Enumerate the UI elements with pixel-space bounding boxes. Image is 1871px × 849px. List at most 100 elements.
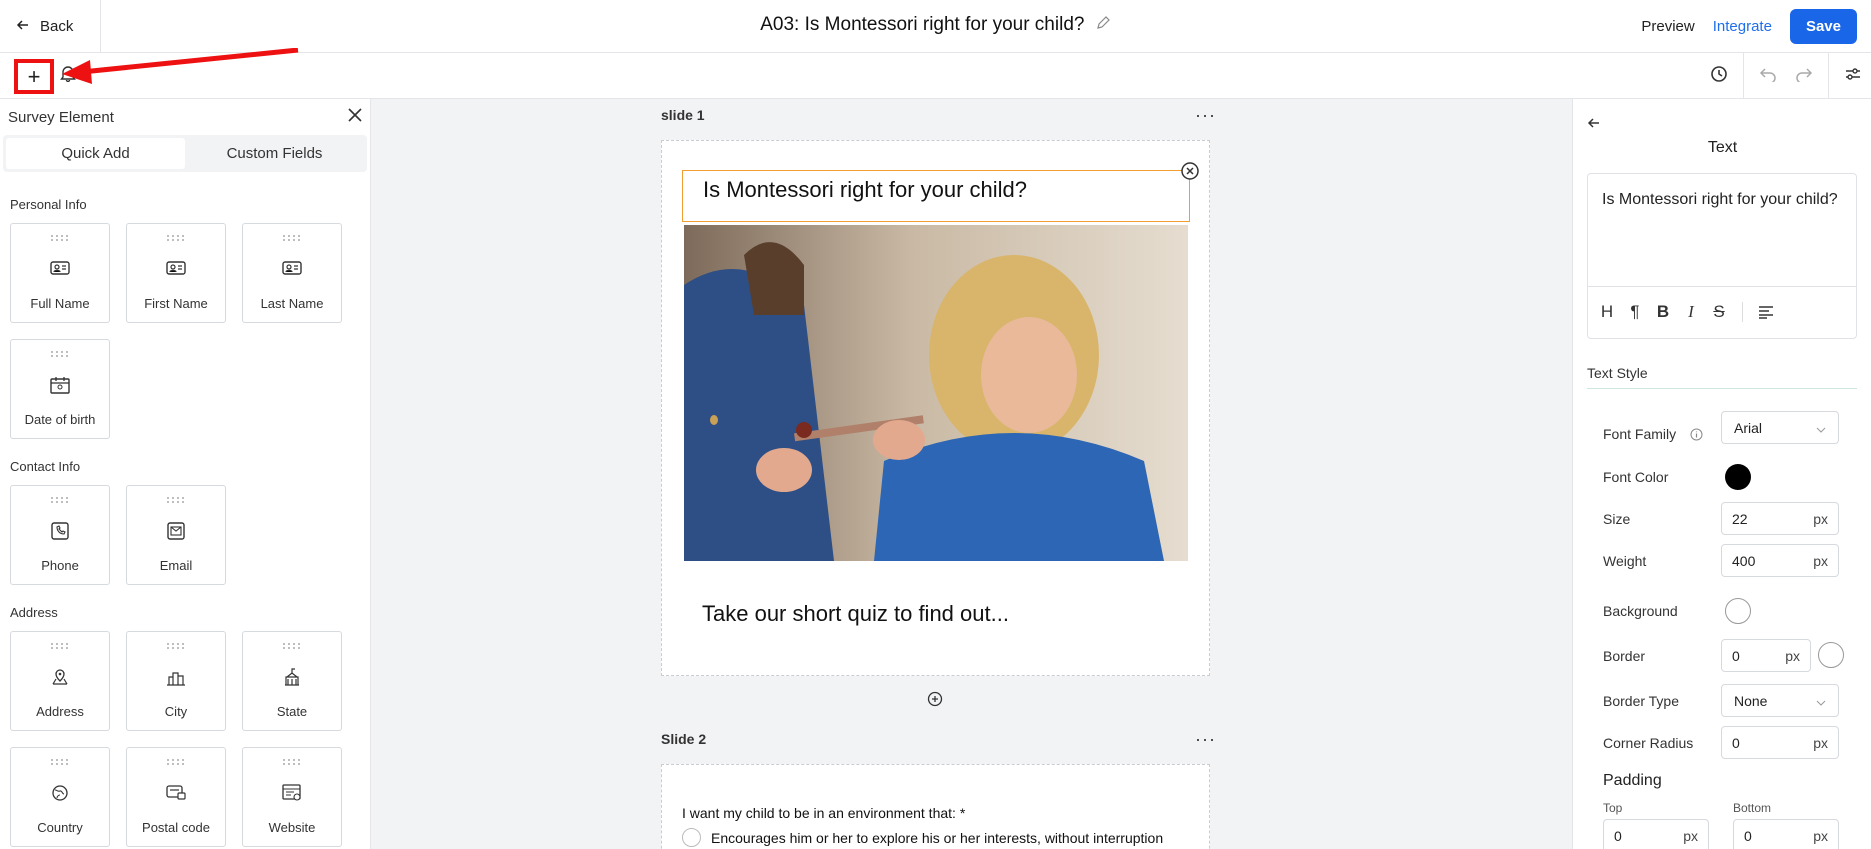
top-bar: Back A03: Is Montessori right for your c… [0, 0, 1871, 53]
unit-label: px [1785, 647, 1800, 664]
bold-icon[interactable]: B [1654, 302, 1672, 321]
font-family-value: Arial [1734, 419, 1763, 436]
tile-full-name[interactable]: Full Name [10, 223, 110, 323]
undo-icon [1759, 66, 1777, 87]
survey-title: A03: Is Montessori right for your child? [760, 14, 1085, 36]
section-personal-info: Personal Info [10, 197, 87, 212]
child-photo-image[interactable] [684, 225, 1188, 561]
id-card-icon [243, 260, 341, 276]
preview-button[interactable]: Preview [1641, 18, 1694, 35]
unit-label: px [1813, 552, 1828, 569]
paragraph-icon[interactable]: ¶ [1626, 302, 1644, 321]
drag-handle-icon [243, 643, 341, 649]
border-type-value: None [1734, 692, 1768, 709]
font-family-select[interactable]: Arial [1721, 411, 1839, 444]
tile-label: Address [36, 704, 84, 719]
answer-option[interactable]: Encourages him or her to explore his or … [682, 828, 1163, 847]
tab-quick-add[interactable]: Quick Add [6, 138, 185, 169]
tab-custom-fields[interactable]: Custom Fields [185, 138, 364, 169]
calendar-icon [11, 376, 109, 394]
slide-1-card[interactable]: Is Montessori right for your child? Take… [661, 140, 1210, 676]
tile-email[interactable]: Email [126, 485, 226, 585]
tile-address[interactable]: Address [10, 631, 110, 731]
editor-content[interactable]: Is Montessori right for your child? [1588, 174, 1856, 287]
phone-icon [11, 522, 109, 540]
radio-button[interactable] [682, 828, 701, 847]
strikethrough-icon[interactable]: S [1710, 302, 1728, 321]
tile-postal-code[interactable]: Postal code [126, 747, 226, 847]
text-editor[interactable]: Is Montessori right for your child? H ¶ … [1587, 173, 1857, 339]
heading-icon[interactable]: H [1598, 302, 1616, 321]
tile-website[interactable]: Website [242, 747, 342, 847]
font-color-swatch[interactable] [1725, 464, 1751, 490]
history-icon [1709, 64, 1729, 89]
id-card-icon [11, 260, 109, 276]
border-color-swatch[interactable] [1818, 642, 1844, 668]
close-icon[interactable] [348, 108, 362, 126]
italic-icon[interactable]: I [1682, 302, 1700, 321]
size-input[interactable]: 22 px [1721, 502, 1839, 535]
undo-button[interactable] [1750, 53, 1786, 99]
text-properties-panel: Text Is Montessori right for your child?… [1572, 99, 1871, 849]
city-icon [127, 668, 225, 686]
tile-label: Website [268, 820, 316, 835]
background-color-swatch[interactable] [1725, 598, 1751, 624]
corner-radius-label: Corner Radius [1603, 735, 1694, 751]
padding-heading: Padding [1603, 772, 1662, 789]
corner-radius-input[interactable]: 0 px [1721, 726, 1839, 759]
top-label: Top [1603, 801, 1623, 815]
padding-bottom-input[interactable]: 0 px [1733, 819, 1839, 849]
drag-handle-icon [127, 497, 225, 503]
section-address: Address [10, 605, 58, 620]
unit-label: px [1813, 510, 1828, 527]
annotation-arrow [62, 48, 299, 84]
save-button[interactable]: Save [1789, 9, 1857, 44]
tile-label: Date of birth [24, 412, 96, 427]
website-icon [243, 784, 341, 802]
drag-handle-icon [127, 643, 225, 649]
padding-top-input[interactable]: 0 px [1603, 819, 1709, 849]
info-icon[interactable] [1690, 428, 1703, 446]
border-input[interactable]: 0 px [1721, 639, 1811, 672]
tile-country[interactable]: Country [10, 747, 110, 847]
border-type-select[interactable]: None [1721, 684, 1839, 717]
corner-radius-value: 0 [1732, 734, 1740, 751]
redo-button[interactable] [1786, 53, 1822, 99]
add-element-button[interactable]: + [14, 59, 54, 94]
integrate-button[interactable]: Integrate [1713, 18, 1772, 35]
settings-button[interactable] [1835, 53, 1871, 99]
section-contact-info: Contact Info [10, 459, 81, 474]
tile-label: City [164, 704, 188, 719]
page-title[interactable]: A03: Is Montessori right for your child? [0, 14, 1871, 36]
slide-2-more-icon[interactable]: ··· [1195, 729, 1216, 750]
drag-handle-icon [11, 759, 109, 765]
drag-handle-icon [11, 235, 109, 241]
background-label: Background [1603, 603, 1678, 619]
close-circle-icon[interactable] [1180, 161, 1200, 186]
email-icon [127, 522, 225, 540]
question-text: I want my child to be in an environment … [682, 805, 966, 821]
arrow-left-icon[interactable] [1587, 116, 1601, 135]
tile-label: Full Name [30, 296, 90, 311]
subtext-element[interactable]: Take our short quiz to find out... [702, 601, 1009, 627]
add-slide-icon[interactable] [927, 691, 943, 712]
tile-date-of-birth[interactable]: Date of birth [10, 339, 110, 439]
tile-city[interactable]: City [126, 631, 226, 731]
tile-first-name[interactable]: First Name [126, 223, 226, 323]
globe-icon [11, 784, 109, 802]
tile-label: Phone [41, 558, 79, 573]
weight-input[interactable]: 400 px [1721, 544, 1839, 577]
heading-text-element[interactable]: Is Montessori right for your child? [682, 170, 1190, 222]
map-pin-icon [11, 668, 109, 686]
pencil-icon[interactable] [1096, 14, 1111, 36]
align-left-icon[interactable] [1757, 303, 1775, 321]
history-button[interactable] [1701, 53, 1737, 99]
slide-1-more-icon[interactable]: ··· [1195, 105, 1216, 126]
slide-2-card[interactable]: I want my child to be in an environment … [661, 764, 1210, 849]
padding-bottom-value: 0 [1744, 827, 1752, 844]
tile-state[interactable]: State [242, 631, 342, 731]
tile-phone[interactable]: Phone [10, 485, 110, 585]
weight-value: 400 [1732, 552, 1756, 569]
tile-last-name[interactable]: Last Name [242, 223, 342, 323]
tile-label: First Name [144, 296, 208, 311]
